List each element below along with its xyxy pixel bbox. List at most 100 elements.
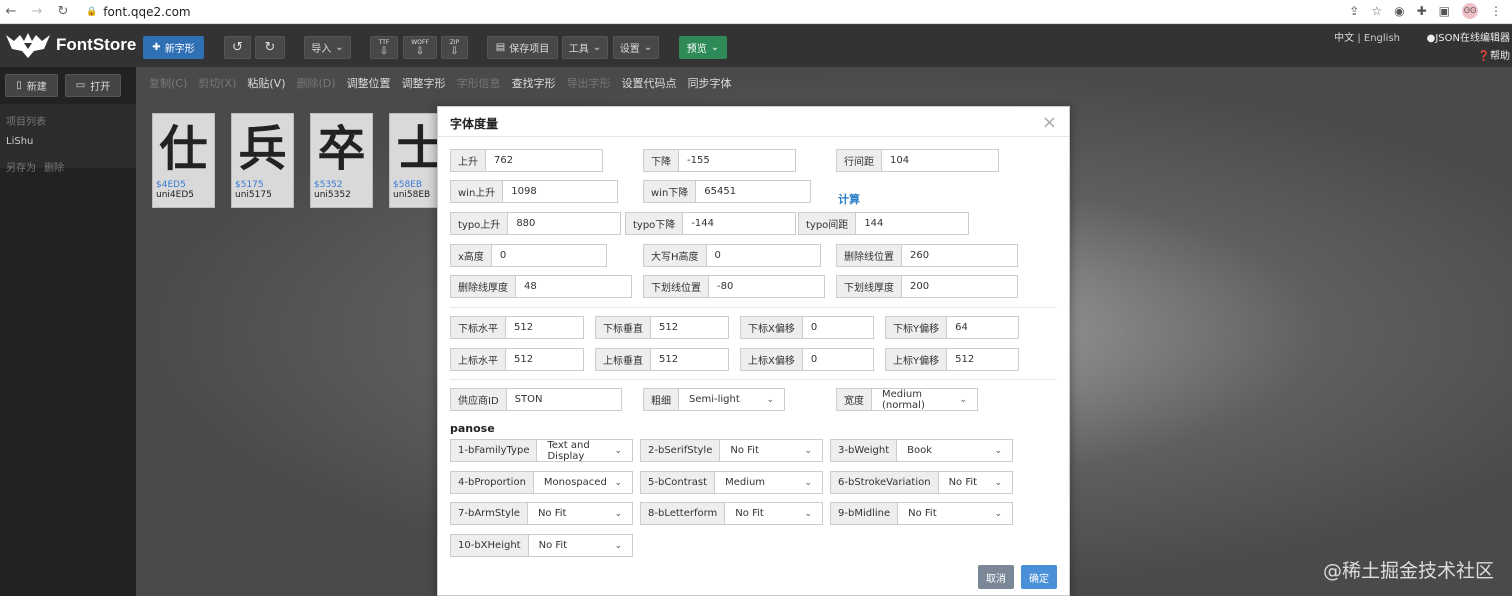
cap-height-field: 大写H高度 0	[643, 244, 821, 267]
bat-logo-icon	[6, 33, 50, 58]
glyph-card[interactable]: 卒 $5352 uni5352	[310, 113, 373, 208]
line-gap-field: 行间距 104	[836, 149, 999, 172]
panose-x-height-select[interactable]: No Fit ⌄	[527, 534, 633, 557]
panose-stroke-variation-select[interactable]: No Fit ⌄	[937, 471, 1013, 494]
project-list-title: 项目列表	[6, 117, 46, 128]
lang-en-link[interactable]: English	[1364, 33, 1400, 44]
superscript-x-offset-input[interactable]: 0	[801, 348, 874, 371]
glyph-card[interactable]: 兵 $5175 uni5175	[231, 113, 294, 208]
menu-find-glyph[interactable]: 查找字形	[512, 75, 556, 91]
menu-icon[interactable]: ⋮	[1490, 4, 1502, 18]
x-height-input[interactable]: 0	[490, 244, 607, 267]
export-woff-button[interactable]: WOFF ⇩	[403, 36, 437, 59]
settings-label: 设置	[619, 44, 640, 55]
undo-button[interactable]: ↺	[224, 36, 251, 59]
extension-icon[interactable]: ◉	[1394, 4, 1404, 18]
width-select[interactable]: Medium (normal) ⌄	[871, 388, 978, 411]
share-icon[interactable]: ⇪	[1349, 4, 1359, 18]
subscript-y-size-input[interactable]: 512	[650, 316, 729, 339]
strikeout-size-input[interactable]: 48	[515, 275, 632, 298]
menu-paste[interactable]: 粘贴(V)	[247, 75, 285, 91]
save-project-button[interactable]: ▤ 保存项目	[487, 36, 558, 59]
panose-arm-style-select[interactable]: No Fit ⌄	[526, 502, 633, 525]
typo-ascent-input[interactable]: 880	[507, 212, 621, 235]
glyph-card[interactable]: 仕 $4ED5 uni4ED5	[152, 113, 215, 208]
menu-export-glyph[interactable]: 导出字形	[567, 75, 611, 91]
json-editor-link[interactable]: ●JSON在线编辑器	[1427, 29, 1510, 44]
panose-midline-select[interactable]: No Fit ⌄	[897, 502, 1013, 525]
superscript-y-size-input[interactable]: 512	[650, 348, 729, 371]
cancel-button[interactable]: 取消	[978, 565, 1014, 589]
panose-contrast-select[interactable]: Medium ⌄	[714, 471, 823, 494]
menu-cut[interactable]: 剪切(X)	[198, 75, 236, 91]
ascent-input[interactable]: 762	[485, 149, 603, 172]
puzzle-icon[interactable]: ✚	[1417, 4, 1427, 18]
underline-thickness-input[interactable]: 200	[901, 275, 1018, 298]
typo-line-gap-input[interactable]: 144	[855, 212, 969, 235]
save-as-link[interactable]: 另存为	[6, 159, 36, 174]
panose-letterform-select[interactable]: No Fit ⌄	[724, 502, 823, 525]
calculate-link[interactable]: 计算	[838, 191, 860, 207]
typo-descent-input[interactable]: -144	[682, 212, 796, 235]
panose-proportion-select[interactable]: Monospaced ⌄	[532, 471, 633, 494]
menu-adjust-position[interactable]: 调整位置	[347, 75, 391, 91]
panose-serif-style-select[interactable]: No Fit ⌄	[719, 439, 823, 462]
menu-adjust-glyph[interactable]: 调整字形	[402, 75, 446, 91]
menu-set-codepoint[interactable]: 设置代码点	[622, 75, 677, 91]
win-descent-input[interactable]: 65451	[695, 180, 811, 203]
settings-menu[interactable]: 设置 ⌄	[613, 36, 659, 59]
sidepanel-icon[interactable]: ▣	[1439, 4, 1450, 18]
export-ttf-button[interactable]: TTF ⇩	[370, 36, 398, 59]
subscript-y-size-label: 下标垂直	[595, 316, 650, 339]
menu-glyph-info[interactable]: 字形信息	[457, 75, 501, 91]
avatar[interactable]: ʘʘ	[1462, 3, 1478, 19]
app-logo[interactable]: FontStore	[4, 31, 136, 59]
delete-project-link[interactable]: 删除	[44, 159, 64, 174]
menu-copy[interactable]: 复制(C)	[149, 75, 187, 91]
strikeout-position-input[interactable]: 260	[901, 244, 1018, 267]
subscript-x-size-input[interactable]: 512	[505, 316, 584, 339]
vendor-id-field: 供应商ID STON	[450, 388, 622, 411]
redo-button[interactable]: ↻	[255, 36, 285, 59]
new-project-button[interactable]: ▯ 新建	[5, 74, 58, 97]
back-icon[interactable]: ←	[2, 4, 20, 19]
weight-select[interactable]: Semi-light ⌄	[678, 388, 785, 411]
file-icon: ▯	[16, 80, 22, 91]
descent-input[interactable]: -155	[678, 149, 796, 172]
export-zip-button[interactable]: ZIP ⇩	[441, 36, 468, 59]
star-icon[interactable]: ☆	[1371, 4, 1382, 18]
font-metrics-dialog: 字体度量 × 上升 762 下降 -155 行间距 104 win上升 1098…	[437, 106, 1070, 596]
project-item[interactable]: LiShu	[6, 136, 33, 147]
vendor-id-input[interactable]: STON	[505, 388, 622, 411]
glyph-preview: 卒	[317, 121, 366, 177]
reload-icon[interactable]: ↻	[54, 4, 72, 19]
ok-button[interactable]: 确定	[1021, 565, 1057, 589]
line-gap-input[interactable]: 104	[881, 149, 999, 172]
import-button[interactable]: 导入 ⌄	[304, 36, 351, 59]
subscript-y-offset-input[interactable]: 64	[946, 316, 1019, 339]
address-bar[interactable]: 🔒 font.qqe2.com	[86, 5, 191, 19]
menu-delete[interactable]: 删除(D)	[297, 75, 336, 91]
panose-family-type-select[interactable]: Text and Display ⌄	[536, 439, 633, 462]
preview-menu[interactable]: 预览 ⌄	[679, 36, 727, 59]
tools-menu[interactable]: 工具 ⌄	[562, 36, 608, 59]
underline-position-input[interactable]: -80	[708, 275, 825, 298]
superscript-x-size-input[interactable]: 512	[505, 348, 584, 371]
panose-weight-select[interactable]: Book ⌄	[896, 439, 1013, 462]
close-icon[interactable]: ×	[1042, 112, 1057, 133]
menu-sync-font[interactable]: 同步字体	[688, 75, 732, 91]
subscript-x-offset-input[interactable]: 0	[801, 316, 874, 339]
width-value: Medium (normal)	[882, 388, 925, 411]
help-link[interactable]: ❓帮助	[1478, 47, 1510, 62]
panose-serif-style-label: 2-bSerifStyle	[640, 439, 720, 462]
superscript-y-offset-input[interactable]: 512	[946, 348, 1019, 371]
cap-height-input[interactable]: 0	[705, 244, 821, 267]
new-glyph-button[interactable]: ✚ 新字形	[143, 36, 204, 59]
panose-letterform: 8-bLetterform No Fit ⌄	[640, 502, 823, 525]
chevron-down-icon: ⌄	[994, 445, 1002, 456]
open-project-button[interactable]: ▭ 打开	[65, 74, 121, 97]
save-icon: ▤	[495, 42, 506, 53]
win-ascent-input[interactable]: 1098	[502, 180, 618, 203]
forward-icon[interactable]: →	[28, 4, 46, 19]
lang-cn-link[interactable]: 中文	[1334, 33, 1354, 44]
